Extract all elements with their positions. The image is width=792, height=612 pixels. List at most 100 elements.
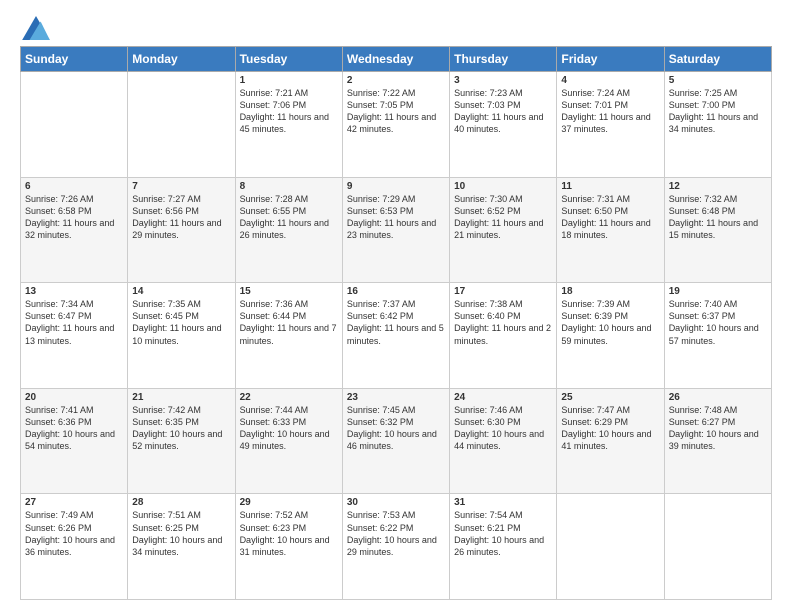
day-info: Sunrise: 7:49 AM Sunset: 6:26 PM Dayligh… xyxy=(25,509,123,558)
day-number: 5 xyxy=(669,75,767,86)
day-number: 14 xyxy=(132,286,230,297)
week-row-1: 6Sunrise: 7:26 AM Sunset: 6:58 PM Daylig… xyxy=(21,177,772,283)
day-info: Sunrise: 7:38 AM Sunset: 6:40 PM Dayligh… xyxy=(454,298,552,347)
day-number: 12 xyxy=(669,181,767,192)
day-number: 17 xyxy=(454,286,552,297)
day-info: Sunrise: 7:52 AM Sunset: 6:23 PM Dayligh… xyxy=(240,509,338,558)
calendar-cell: 29Sunrise: 7:52 AM Sunset: 6:23 PM Dayli… xyxy=(235,494,342,600)
day-number: 29 xyxy=(240,497,338,508)
week-row-4: 27Sunrise: 7:49 AM Sunset: 6:26 PM Dayli… xyxy=(21,494,772,600)
day-number: 10 xyxy=(454,181,552,192)
day-info: Sunrise: 7:42 AM Sunset: 6:35 PM Dayligh… xyxy=(132,404,230,453)
day-info: Sunrise: 7:34 AM Sunset: 6:47 PM Dayligh… xyxy=(25,298,123,347)
calendar-cell: 8Sunrise: 7:28 AM Sunset: 6:55 PM Daylig… xyxy=(235,177,342,283)
day-info: Sunrise: 7:36 AM Sunset: 6:44 PM Dayligh… xyxy=(240,298,338,347)
calendar-cell: 26Sunrise: 7:48 AM Sunset: 6:27 PM Dayli… xyxy=(664,388,771,494)
day-number: 21 xyxy=(132,392,230,403)
calendar-cell: 31Sunrise: 7:54 AM Sunset: 6:21 PM Dayli… xyxy=(450,494,557,600)
calendar-cell: 28Sunrise: 7:51 AM Sunset: 6:25 PM Dayli… xyxy=(128,494,235,600)
logo xyxy=(20,16,50,36)
day-info: Sunrise: 7:53 AM Sunset: 6:22 PM Dayligh… xyxy=(347,509,445,558)
day-number: 16 xyxy=(347,286,445,297)
day-info: Sunrise: 7:35 AM Sunset: 6:45 PM Dayligh… xyxy=(132,298,230,347)
day-number: 4 xyxy=(561,75,659,86)
day-number: 22 xyxy=(240,392,338,403)
day-number: 19 xyxy=(669,286,767,297)
day-number: 28 xyxy=(132,497,230,508)
day-info: Sunrise: 7:37 AM Sunset: 6:42 PM Dayligh… xyxy=(347,298,445,347)
day-number: 3 xyxy=(454,75,552,86)
calendar-cell: 25Sunrise: 7:47 AM Sunset: 6:29 PM Dayli… xyxy=(557,388,664,494)
day-header-sunday: Sunday xyxy=(21,47,128,72)
day-number: 8 xyxy=(240,181,338,192)
calendar-cell: 4Sunrise: 7:24 AM Sunset: 7:01 PM Daylig… xyxy=(557,72,664,178)
day-info: Sunrise: 7:46 AM Sunset: 6:30 PM Dayligh… xyxy=(454,404,552,453)
day-info: Sunrise: 7:44 AM Sunset: 6:33 PM Dayligh… xyxy=(240,404,338,453)
header-row: SundayMondayTuesdayWednesdayThursdayFrid… xyxy=(21,47,772,72)
day-info: Sunrise: 7:21 AM Sunset: 7:06 PM Dayligh… xyxy=(240,87,338,136)
calendar-cell: 13Sunrise: 7:34 AM Sunset: 6:47 PM Dayli… xyxy=(21,283,128,389)
day-header-wednesday: Wednesday xyxy=(342,47,449,72)
calendar-cell: 30Sunrise: 7:53 AM Sunset: 6:22 PM Dayli… xyxy=(342,494,449,600)
day-info: Sunrise: 7:24 AM Sunset: 7:01 PM Dayligh… xyxy=(561,87,659,136)
calendar-cell: 18Sunrise: 7:39 AM Sunset: 6:39 PM Dayli… xyxy=(557,283,664,389)
calendar-cell: 27Sunrise: 7:49 AM Sunset: 6:26 PM Dayli… xyxy=(21,494,128,600)
day-number: 30 xyxy=(347,497,445,508)
week-row-0: 1Sunrise: 7:21 AM Sunset: 7:06 PM Daylig… xyxy=(21,72,772,178)
logo-text xyxy=(20,16,50,40)
calendar-cell xyxy=(557,494,664,600)
calendar-cell xyxy=(128,72,235,178)
day-info: Sunrise: 7:23 AM Sunset: 7:03 PM Dayligh… xyxy=(454,87,552,136)
day-number: 9 xyxy=(347,181,445,192)
day-number: 26 xyxy=(669,392,767,403)
page: SundayMondayTuesdayWednesdayThursdayFrid… xyxy=(0,0,792,612)
day-info: Sunrise: 7:29 AM Sunset: 6:53 PM Dayligh… xyxy=(347,193,445,242)
day-number: 7 xyxy=(132,181,230,192)
day-number: 23 xyxy=(347,392,445,403)
calendar-cell xyxy=(664,494,771,600)
week-row-2: 13Sunrise: 7:34 AM Sunset: 6:47 PM Dayli… xyxy=(21,283,772,389)
day-header-tuesday: Tuesday xyxy=(235,47,342,72)
day-info: Sunrise: 7:40 AM Sunset: 6:37 PM Dayligh… xyxy=(669,298,767,347)
calendar-cell: 20Sunrise: 7:41 AM Sunset: 6:36 PM Dayli… xyxy=(21,388,128,494)
day-info: Sunrise: 7:22 AM Sunset: 7:05 PM Dayligh… xyxy=(347,87,445,136)
day-info: Sunrise: 7:54 AM Sunset: 6:21 PM Dayligh… xyxy=(454,509,552,558)
day-info: Sunrise: 7:25 AM Sunset: 7:00 PM Dayligh… xyxy=(669,87,767,136)
calendar-cell: 9Sunrise: 7:29 AM Sunset: 6:53 PM Daylig… xyxy=(342,177,449,283)
calendar-cell: 23Sunrise: 7:45 AM Sunset: 6:32 PM Dayli… xyxy=(342,388,449,494)
day-info: Sunrise: 7:30 AM Sunset: 6:52 PM Dayligh… xyxy=(454,193,552,242)
calendar-cell: 16Sunrise: 7:37 AM Sunset: 6:42 PM Dayli… xyxy=(342,283,449,389)
calendar-table: SundayMondayTuesdayWednesdayThursdayFrid… xyxy=(20,46,772,600)
day-info: Sunrise: 7:27 AM Sunset: 6:56 PM Dayligh… xyxy=(132,193,230,242)
calendar-cell: 15Sunrise: 7:36 AM Sunset: 6:44 PM Dayli… xyxy=(235,283,342,389)
day-header-friday: Friday xyxy=(557,47,664,72)
day-info: Sunrise: 7:28 AM Sunset: 6:55 PM Dayligh… xyxy=(240,193,338,242)
day-number: 18 xyxy=(561,286,659,297)
day-info: Sunrise: 7:39 AM Sunset: 6:39 PM Dayligh… xyxy=(561,298,659,347)
day-info: Sunrise: 7:26 AM Sunset: 6:58 PM Dayligh… xyxy=(25,193,123,242)
calendar-cell: 10Sunrise: 7:30 AM Sunset: 6:52 PM Dayli… xyxy=(450,177,557,283)
calendar-cell: 14Sunrise: 7:35 AM Sunset: 6:45 PM Dayli… xyxy=(128,283,235,389)
day-info: Sunrise: 7:45 AM Sunset: 6:32 PM Dayligh… xyxy=(347,404,445,453)
day-number: 20 xyxy=(25,392,123,403)
day-info: Sunrise: 7:31 AM Sunset: 6:50 PM Dayligh… xyxy=(561,193,659,242)
header xyxy=(20,16,772,36)
week-row-3: 20Sunrise: 7:41 AM Sunset: 6:36 PM Dayli… xyxy=(21,388,772,494)
logo-icon xyxy=(22,16,50,40)
calendar-cell: 3Sunrise: 7:23 AM Sunset: 7:03 PM Daylig… xyxy=(450,72,557,178)
day-number: 6 xyxy=(25,181,123,192)
day-info: Sunrise: 7:32 AM Sunset: 6:48 PM Dayligh… xyxy=(669,193,767,242)
day-info: Sunrise: 7:47 AM Sunset: 6:29 PM Dayligh… xyxy=(561,404,659,453)
calendar-cell: 12Sunrise: 7:32 AM Sunset: 6:48 PM Dayli… xyxy=(664,177,771,283)
day-number: 25 xyxy=(561,392,659,403)
day-header-monday: Monday xyxy=(128,47,235,72)
calendar-cell xyxy=(21,72,128,178)
day-number: 2 xyxy=(347,75,445,86)
day-number: 24 xyxy=(454,392,552,403)
calendar-cell: 22Sunrise: 7:44 AM Sunset: 6:33 PM Dayli… xyxy=(235,388,342,494)
day-info: Sunrise: 7:48 AM Sunset: 6:27 PM Dayligh… xyxy=(669,404,767,453)
day-number: 1 xyxy=(240,75,338,86)
calendar-cell: 7Sunrise: 7:27 AM Sunset: 6:56 PM Daylig… xyxy=(128,177,235,283)
calendar-cell: 19Sunrise: 7:40 AM Sunset: 6:37 PM Dayli… xyxy=(664,283,771,389)
calendar-cell: 17Sunrise: 7:38 AM Sunset: 6:40 PM Dayli… xyxy=(450,283,557,389)
